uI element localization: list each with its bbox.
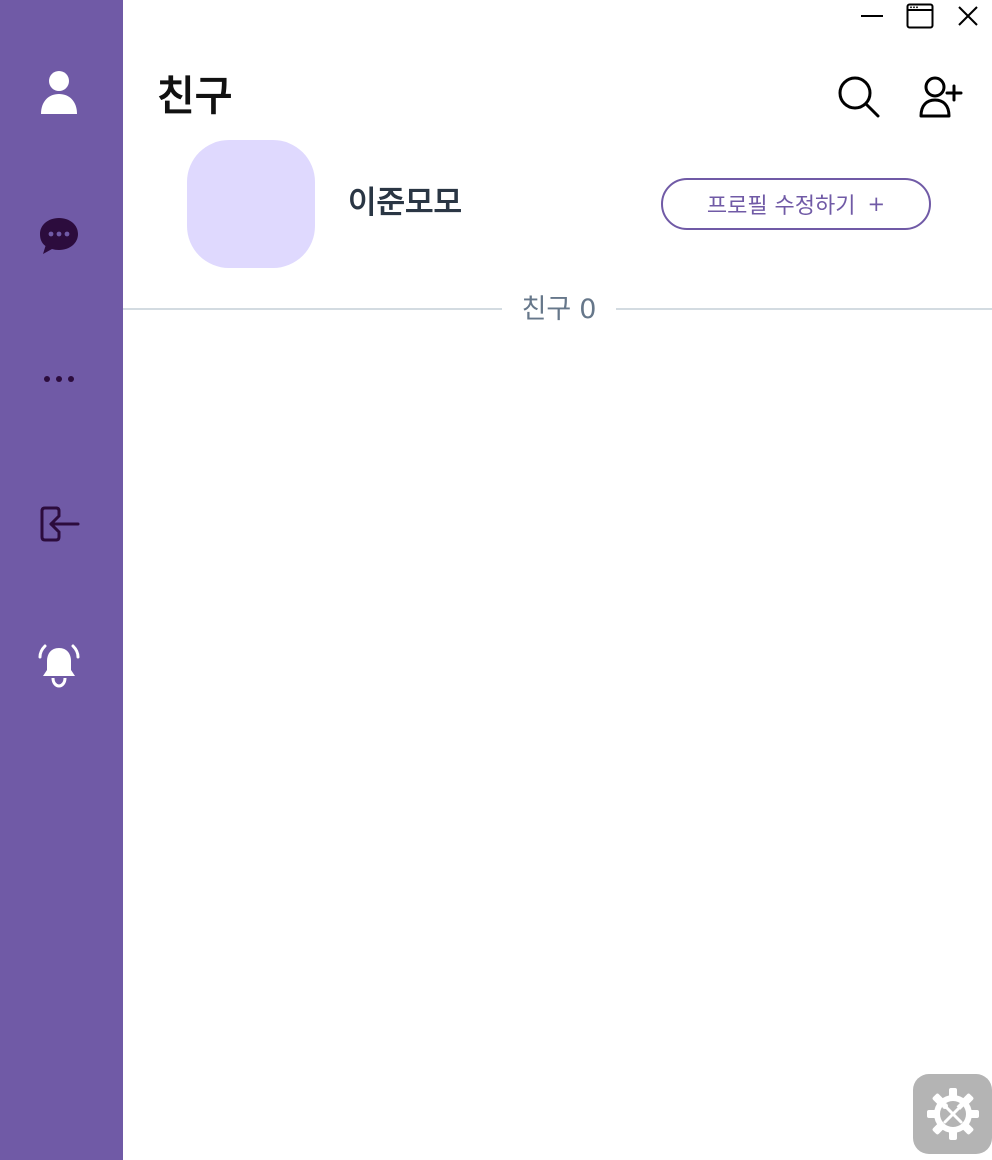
friends-count-label: 친구 0 [502,292,616,328]
search-button[interactable] [834,72,882,120]
sidebar-item-more[interactable] [34,354,84,404]
settings-tools-icon [926,1088,979,1140]
profile-name: 이준모모 [348,185,463,221]
divider-right [616,308,992,310]
logout-icon [40,506,80,542]
sidebar-item-notifications[interactable] [34,641,84,691]
settings-fab-button[interactable] [913,1074,992,1154]
add-friend-icon [919,76,963,118]
page-title: 친구 [157,72,233,120]
window-controls [848,0,992,32]
user-icon [41,71,77,114]
maximize-button[interactable] [896,0,944,32]
bell-icon [38,644,80,688]
avatar[interactable] [187,140,315,268]
more-dots-icon [44,376,74,382]
maximize-icon [906,3,934,29]
add-friend-button[interactable] [916,72,964,120]
friends-count: 0 [579,294,597,325]
chat-bubble-icon [40,218,78,254]
minimize-button[interactable] [848,0,896,32]
minimize-icon [861,15,883,17]
close-button[interactable] [944,0,992,32]
edit-profile-button[interactable]: 프로필 수정하기 + [661,178,931,230]
divider-left [123,308,502,310]
sidebar-item-chats[interactable] [34,211,84,261]
sidebar-item-logout[interactable] [34,499,84,549]
plus-icon: + [867,192,886,216]
sidebar-item-friends[interactable] [34,67,84,117]
sidebar [0,0,123,1160]
search-icon [838,76,880,118]
friends-label: 친구 [521,294,572,325]
close-icon [958,6,978,26]
edit-profile-label: 프로필 수정하기 [706,194,856,219]
